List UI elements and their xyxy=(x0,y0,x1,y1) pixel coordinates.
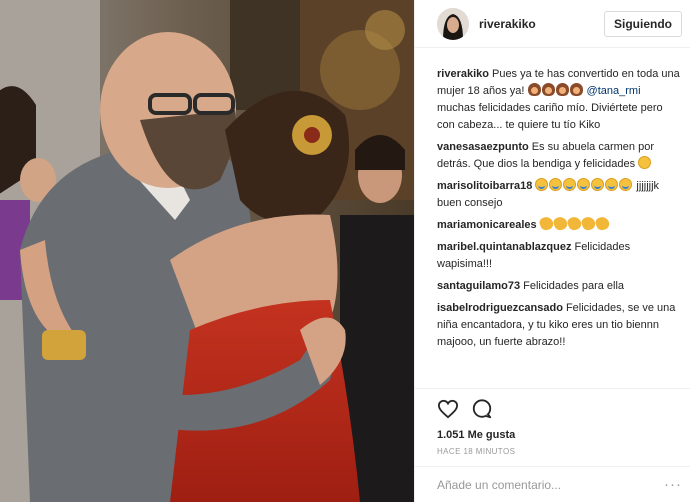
clap-emoji-icon xyxy=(537,215,555,232)
woman-emoji-icon xyxy=(569,83,583,96)
instagram-post: riverakiko Siguiendo riverakiko Pues ya t… xyxy=(0,0,690,502)
joy-emoji-icon xyxy=(591,178,605,191)
woman-emoji-icon xyxy=(527,83,541,96)
mention-link[interactable]: @tana_rmi xyxy=(584,85,641,97)
joy-emoji-icon xyxy=(619,178,633,191)
woman-emoji-icon xyxy=(541,83,555,96)
post-actions: 1.051 Me gusta HACE 18 MINUTOS xyxy=(415,388,690,466)
comment-username[interactable]: isabelrodriguezcansado xyxy=(437,302,563,314)
comment-username[interactable]: maribel.quintanablazquez xyxy=(437,241,571,253)
joy-emoji-icon xyxy=(563,178,577,191)
post-photo-illustration xyxy=(0,0,414,502)
add-comment-bar: ··· xyxy=(415,466,690,502)
post-sidebar: riverakiko Siguiendo riverakiko Pues ya t… xyxy=(414,0,690,502)
clap-emoji-icon xyxy=(593,215,611,232)
more-options-icon[interactable]: ··· xyxy=(664,476,682,493)
joy-emoji-icon xyxy=(577,178,591,191)
post-timestamp: HACE 18 MINUTOS xyxy=(437,447,516,456)
comment-text: Felicidades para ella xyxy=(523,280,625,292)
comment-username[interactable]: mariamonicareales xyxy=(437,219,537,231)
smile-emoji-icon xyxy=(638,156,652,169)
post-photo[interactable] xyxy=(0,0,414,502)
joy-emoji-icon xyxy=(549,178,563,191)
comment-username[interactable]: marisolitoibarra18 xyxy=(437,180,532,192)
clap-emoji-icon xyxy=(551,215,569,232)
comment-item: maribel.quintanablazquez Felicidades wapi… xyxy=(437,239,680,273)
comment-text: muchas felicidades cariño mío. Diviértet… xyxy=(437,102,663,131)
post-header: riverakiko Siguiendo xyxy=(415,0,690,48)
comment-bubble-icon[interactable] xyxy=(471,398,493,423)
comment-input[interactable] xyxy=(437,477,664,492)
clap-emoji-icon xyxy=(565,215,583,232)
avatar[interactable] xyxy=(437,7,469,40)
comment-username[interactable]: santaguilamo73 xyxy=(437,280,520,292)
post-author-username[interactable]: riverakiko xyxy=(479,17,604,31)
likes-count[interactable]: 1.051 Me gusta xyxy=(437,429,668,441)
comment-item: marisolitoibarra18 jjjjjjjk buen consejo xyxy=(437,178,680,212)
following-button[interactable]: Siguiendo xyxy=(604,10,682,37)
comment-username[interactable]: vanesasaezpunto xyxy=(437,141,529,153)
like-heart-icon[interactable] xyxy=(437,399,459,422)
joy-emoji-icon xyxy=(605,178,619,191)
comment-item: riverakiko Pues ya te has convertido en t… xyxy=(437,66,680,134)
comments-list: riverakiko Pues ya te has convertido en t… xyxy=(415,48,690,388)
avatar-image-icon xyxy=(437,7,469,40)
action-icons xyxy=(437,397,668,423)
comment-item: vanesasaezpunto Es su abuela carmen por d… xyxy=(437,139,680,173)
comment-item: mariamonicareales xyxy=(437,215,680,234)
woman-emoji-icon xyxy=(555,83,569,96)
comment-item: isabelrodriguezcansado Felicidades, se ve… xyxy=(437,300,680,351)
comment-username[interactable]: riverakiko xyxy=(437,68,489,80)
joy-emoji-icon xyxy=(535,178,549,191)
clap-emoji-icon xyxy=(579,215,597,232)
comment-item: santaguilamo73 Felicidades para ella xyxy=(437,278,680,295)
